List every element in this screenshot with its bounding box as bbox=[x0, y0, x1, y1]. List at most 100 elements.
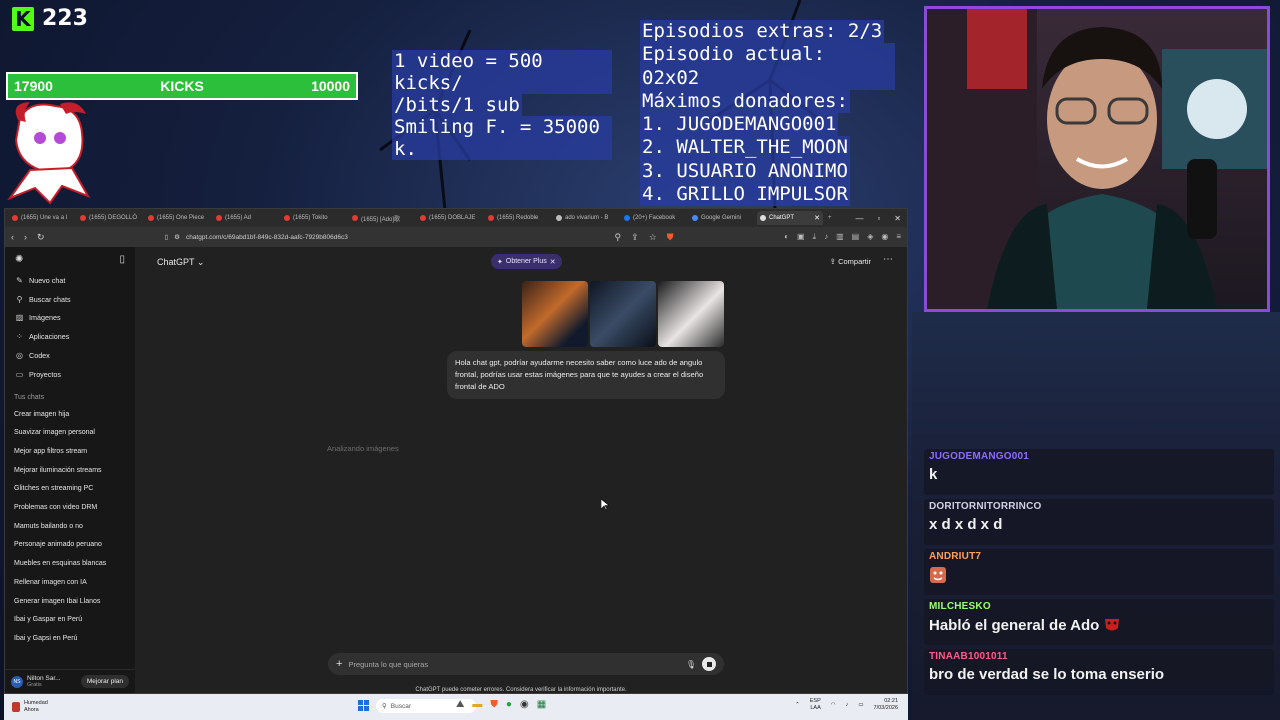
reload-icon[interactable]: ↻ bbox=[37, 232, 45, 243]
sidebar-item-search[interactable]: ⚲ Buscar chats bbox=[5, 290, 135, 309]
obs-icon[interactable]: ◉ bbox=[520, 699, 529, 710]
attached-image[interactable] bbox=[590, 281, 656, 347]
weather-widget[interactable]: Humedad Ahora bbox=[12, 700, 48, 714]
spreadsheet-icon[interactable]: ▦ bbox=[537, 699, 546, 710]
sidebar-item-new-chat[interactable]: ✎ Nuevo chat bbox=[5, 271, 135, 290]
share-page-icon[interactable]: ⇪ bbox=[631, 232, 639, 243]
browser-tab[interactable]: (1655) [Ado]歌 bbox=[349, 211, 415, 225]
landscape-icon[interactable]: ⛰ bbox=[456, 699, 464, 710]
browser-tab-active[interactable]: ChatGPT ✕ bbox=[757, 211, 823, 225]
kick-goal-current: 17900 bbox=[14, 78, 53, 94]
navigation-bar: ‹ › ↻ ▯ ⚙ chatgpt.com/c/69abd1bf-849c-83… bbox=[5, 227, 907, 247]
episode-info-line: 1. JUGODEMANGO001 bbox=[640, 113, 839, 137]
browser-tab[interactable]: (1655) Tokito bbox=[281, 211, 347, 225]
chat-history-item[interactable]: Suavizar imagen personal bbox=[5, 423, 135, 442]
sidebar-item-apps[interactable]: ⁘ Aplicaciones bbox=[5, 327, 135, 346]
chat-history-item[interactable]: Ibai y Gaspar en Perú bbox=[5, 610, 135, 629]
star-icon[interactable]: ☆ bbox=[649, 232, 657, 243]
sidebar-toggle-icon[interactable]: ▥ bbox=[836, 232, 844, 242]
forward-icon[interactable]: › bbox=[24, 232, 27, 242]
wifi-icon[interactable]: ◠ bbox=[831, 702, 836, 708]
chat-history-item[interactable]: Personaje animado peruano bbox=[5, 536, 135, 555]
chat-history-item[interactable]: Ibai y Gapsi en Perú bbox=[5, 629, 135, 648]
chat-history-item[interactable]: Mejorar iluminación streams bbox=[5, 461, 135, 480]
chat-history-item[interactable]: Problemas con video DRM bbox=[5, 498, 135, 517]
chat-history-item[interactable]: Muebles en esquinas blancas bbox=[5, 554, 135, 573]
sidebar-item-codex[interactable]: ◎ Codex bbox=[5, 346, 135, 365]
zoom-icon[interactable]: ⚲ bbox=[615, 232, 622, 243]
browser-tab[interactable]: (1655) Ad bbox=[213, 211, 279, 225]
address-bar[interactable]: ▯ ⚙ chatgpt.com/c/69abd1bf-849c-832d-aaf… bbox=[165, 233, 605, 242]
volume-icon[interactable]: ♪ bbox=[846, 702, 849, 708]
attached-image[interactable] bbox=[522, 281, 588, 347]
close-icon[interactable]: ✕ bbox=[550, 258, 556, 266]
attached-image[interactable] bbox=[658, 281, 724, 347]
browser-tab[interactable]: ado vivarium - B bbox=[553, 211, 619, 225]
brave-shield-icon[interactable]: ⛊ bbox=[667, 232, 674, 243]
stop-button[interactable] bbox=[702, 657, 716, 671]
chat-text: k bbox=[929, 466, 938, 483]
share-icon: ⇪ bbox=[829, 257, 836, 266]
language-indicator[interactable]: ESP bbox=[810, 698, 821, 705]
more-options-icon[interactable]: ⋯ bbox=[883, 254, 893, 265]
maximize-icon[interactable]: ▫ bbox=[877, 214, 880, 223]
chat-history-item[interactable]: Glitches en streaming PC bbox=[5, 480, 135, 499]
rewards-icon[interactable]: ◈ bbox=[867, 232, 873, 242]
browser-tab[interactable]: (1655) DEGOLLÓ bbox=[77, 211, 143, 225]
vpn-icon[interactable]: ◉ bbox=[881, 232, 888, 242]
chat-username: DORITORNITORRINCO bbox=[929, 501, 1042, 512]
close-window-icon[interactable]: ✕ bbox=[894, 214, 901, 223]
kick-goal-target: 10000 bbox=[311, 78, 350, 94]
back-icon[interactable]: ‹ bbox=[11, 232, 14, 242]
bookmark-icon[interactable]: ▯ bbox=[165, 233, 169, 241]
chat-history-item[interactable]: Mamuts bailando o no bbox=[5, 517, 135, 536]
browser-tab[interactable]: (1655) One Piece bbox=[145, 211, 211, 225]
openai-logo-icon[interactable]: ✺ bbox=[15, 254, 23, 265]
brave-browser-icon[interactable]: ⛊ bbox=[490, 699, 498, 710]
new-tab-button[interactable]: + bbox=[825, 211, 839, 225]
battery-icon[interactable]: ▭ bbox=[858, 702, 863, 708]
weather-sub: Ahora bbox=[24, 707, 39, 713]
browser-tab[interactable]: (1655) DOBLAJE bbox=[417, 211, 483, 225]
episode-info-line: 2. WALTER_THE_MOON bbox=[640, 136, 850, 160]
site-info-icon[interactable]: ⚙ bbox=[174, 233, 180, 241]
extension-icon[interactable]: ◐ bbox=[784, 232, 789, 242]
attach-icon[interactable]: + bbox=[336, 658, 342, 670]
model-selector[interactable]: ChatGPT ⌄ bbox=[157, 257, 204, 268]
prompt-input[interactable] bbox=[348, 659, 680, 669]
kick-counter: K 223 bbox=[12, 6, 88, 31]
browser-tab[interactable]: (1655) Redoble bbox=[485, 211, 551, 225]
extension-icon[interactable]: ▣ bbox=[797, 232, 805, 242]
share-button[interactable]: ⇪ Compartir bbox=[830, 257, 871, 266]
chat-text: Habló el general de Ado bbox=[929, 616, 1100, 634]
download-icon[interactable]: ⤓ bbox=[813, 232, 817, 242]
minimize-icon[interactable]: — bbox=[855, 214, 863, 223]
file-explorer-icon[interactable]: ▬ bbox=[472, 699, 482, 710]
browser-tab[interactable]: (20+) Facebook bbox=[621, 211, 687, 225]
chat-history-item[interactable]: Generar imagen Ibai Llanos bbox=[5, 592, 135, 611]
weather-icon bbox=[12, 702, 20, 712]
whatsapp-icon[interactable]: ● bbox=[506, 699, 512, 710]
sidebar-item-projects[interactable]: ▭ Proyectos bbox=[5, 365, 135, 384]
chatgpt-sidebar: ✺ ▯ ✎ Nuevo chat ⚲ Buscar chats ▨ Imágenes … bbox=[5, 247, 135, 693]
chat-history-item[interactable]: Rellenar imagen con IA bbox=[5, 573, 135, 592]
media-icon[interactable]: ♪ bbox=[824, 232, 828, 242]
get-plus-button[interactable]: ✦ Obtener Plus ✕ bbox=[491, 254, 562, 269]
chat-history-item[interactable]: Mejor app filtros stream bbox=[5, 442, 135, 461]
menu-icon[interactable]: ≡ bbox=[896, 232, 901, 242]
wallet-icon[interactable]: ▤ bbox=[852, 232, 860, 242]
windows-start-icon[interactable] bbox=[358, 700, 369, 711]
browser-tab[interactable]: (1655) Une va a l bbox=[9, 211, 75, 225]
close-tab-icon[interactable]: ✕ bbox=[814, 214, 820, 222]
face-emote-icon bbox=[930, 567, 946, 583]
chat-history-item[interactable]: Crear imagen hija bbox=[5, 405, 135, 424]
sidebar-item-images[interactable]: ▨ Imágenes bbox=[5, 309, 135, 328]
clock[interactable]: 02:21 7/03/2026 bbox=[874, 698, 898, 712]
upgrade-plan-button[interactable]: Mejorar plan bbox=[80, 675, 129, 688]
browser-tab[interactable]: Google Gemini bbox=[689, 211, 755, 225]
microphone-icon[interactable]: 🎙 bbox=[686, 660, 696, 669]
chat-message: DORITORNITORRINCO x d x d x d bbox=[924, 499, 1274, 545]
chevron-up-icon[interactable]: ⌃ bbox=[795, 702, 800, 708]
collapse-sidebar-icon[interactable]: ▯ bbox=[119, 254, 125, 265]
account-menu[interactable]: NS Nilton Sar... Gratis Mejorar plan bbox=[5, 669, 135, 693]
